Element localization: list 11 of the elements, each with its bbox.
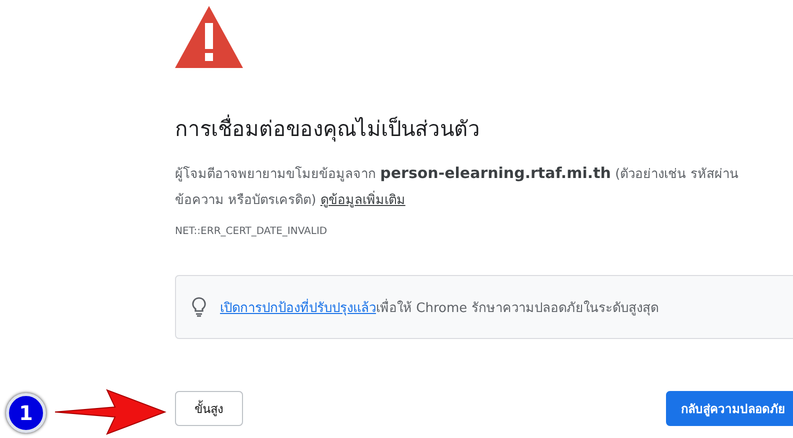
advanced-button[interactable]: ขั้นสูง xyxy=(175,391,243,426)
error-code: NET::ERR_CERT_DATE_INVALID xyxy=(175,226,328,237)
step-badge: 1 xyxy=(6,393,46,433)
back-to-safety-button[interactable]: กลับสู่ความปลอดภัย xyxy=(666,391,793,426)
enhanced-protection-link[interactable]: เปิดการปกป้องที่ปรับปรุงแล้ว xyxy=(220,300,376,316)
warning-icon xyxy=(175,6,243,68)
tip-text: เปิดการปกป้องที่ปรับปรุงแล้วเพื่อให้ Chrome รักษาความปลอดภัยในระดับสูงสุด xyxy=(220,298,658,318)
warning-message: ผู้โจมตีอาจพยายามขโมยข้อมูลจาก person-elearning.rtaf.mi.th (ตัวอย่างเช่น รหัสผ่าน ข้อความ หรือบัตรเครดิต) ดูข้อมูลเพิ่มเติม xyxy=(175,163,740,210)
lightbulb-icon xyxy=(192,297,206,317)
learn-more-link[interactable]: ดูข้อมูลเพิ่มเติม xyxy=(320,193,406,208)
page-heading: การเชื่อมต่อของคุณไม่เป็นส่วนตัว xyxy=(175,114,793,144)
